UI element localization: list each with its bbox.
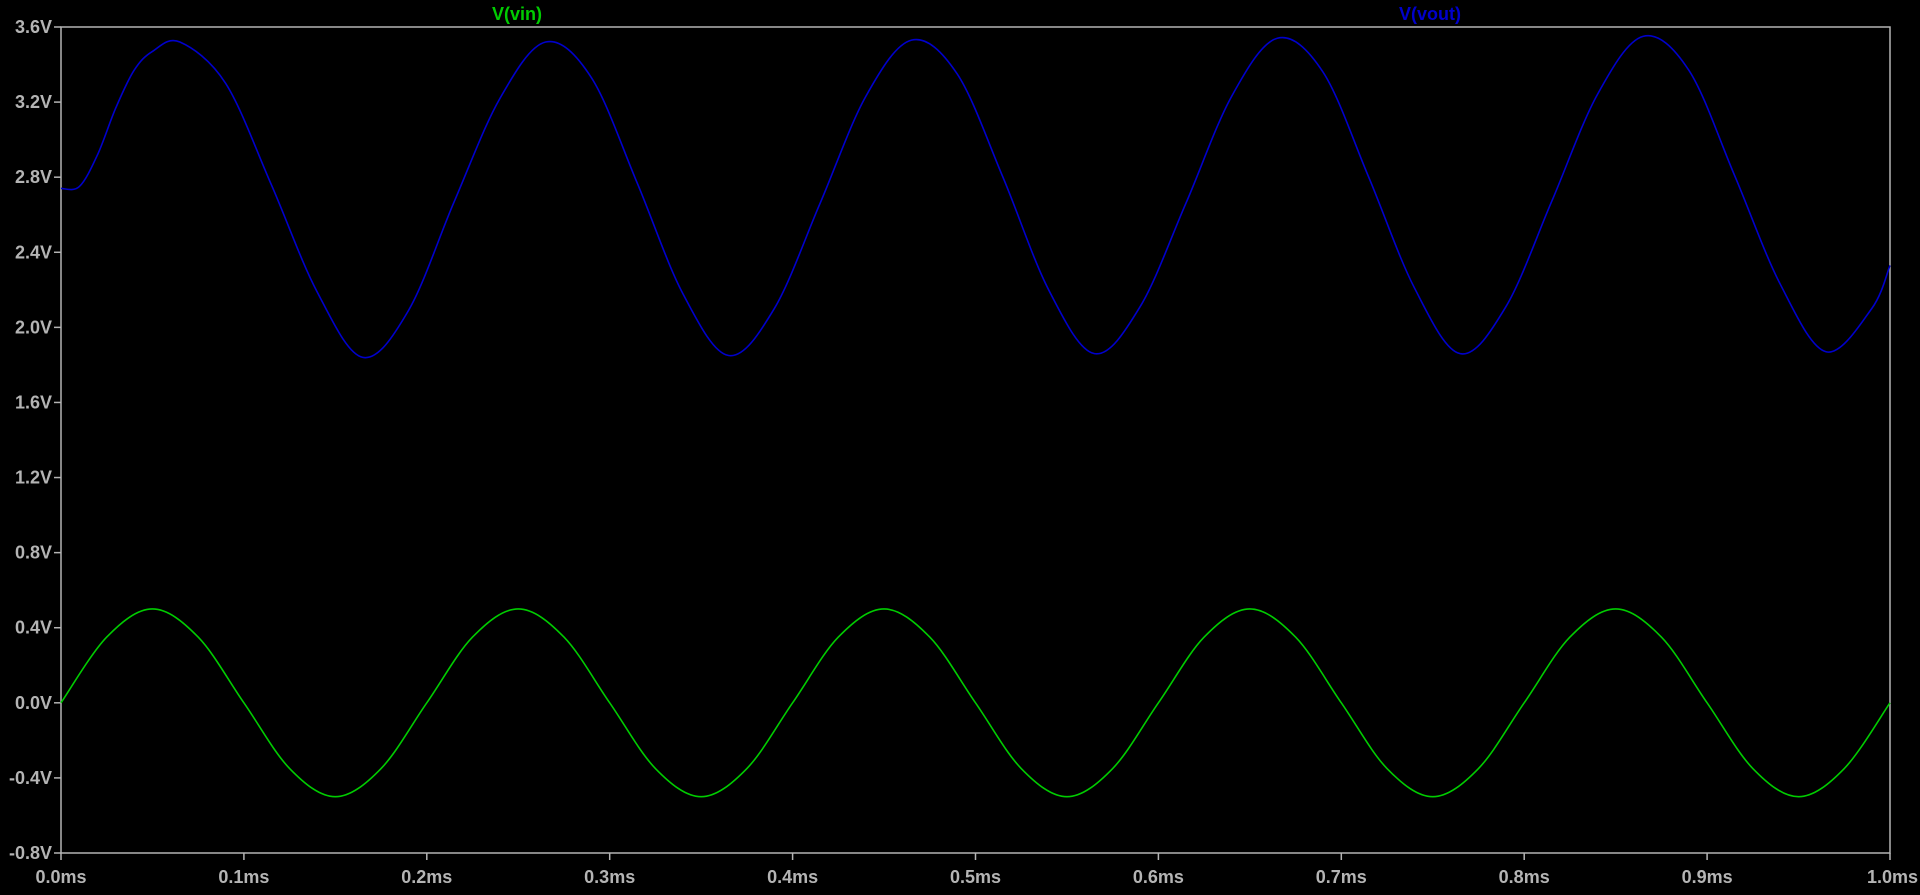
x-tick-label: 0.6ms bbox=[1133, 867, 1184, 887]
trace-vout[interactable] bbox=[60, 34, 1891, 359]
trace-vin[interactable] bbox=[60, 608, 1891, 798]
y-axis: 3.6V 3.2V 2.8V 2.4V 2.0V 1.6V 1.2V 0.8V 0.4V 0.0V… bbox=[9, 17, 61, 863]
x-tick-label: 0.7ms bbox=[1316, 867, 1367, 887]
y-tick-label: 2.0V bbox=[15, 317, 52, 337]
x-tick-label: 0.8ms bbox=[1499, 867, 1550, 887]
y-tick-label: 2.8V bbox=[15, 167, 52, 187]
y-tick-label: 1.2V bbox=[15, 468, 52, 488]
y-tick-label: 0.0V bbox=[15, 693, 52, 713]
y-tick-label: -0.8V bbox=[9, 843, 52, 863]
x-tick-label: 0.4ms bbox=[767, 867, 818, 887]
y-tick-label: 3.6V bbox=[15, 17, 52, 37]
waveform-plot[interactable]: 3.6V 3.2V 2.8V 2.4V 2.0V 1.6V 1.2V 0.8V 0.4V 0.0V… bbox=[0, 0, 1920, 890]
x-tick-label: 0.3ms bbox=[584, 867, 635, 887]
waveform-viewer: 3.6V 3.2V 2.8V 2.4V 2.0V 1.6V 1.2V 0.8V 0.4V 0.0V… bbox=[0, 0, 1920, 890]
trace-label-vout[interactable]: V(vout) bbox=[1399, 4, 1461, 24]
plot-frame bbox=[60, 26, 1891, 854]
y-tick-label: 1.6V bbox=[15, 392, 52, 412]
x-tick-label: 0.1ms bbox=[218, 867, 269, 887]
x-tick-label: 0.0ms bbox=[35, 867, 86, 887]
y-tick-label: -0.4V bbox=[9, 768, 52, 788]
y-tick-label: 3.2V bbox=[15, 92, 52, 112]
x-tick-label: 0.9ms bbox=[1682, 867, 1733, 887]
y-tick-label: 2.4V bbox=[15, 242, 52, 262]
trace-label-vin[interactable]: V(vin) bbox=[492, 4, 542, 24]
y-tick-label: 0.4V bbox=[15, 618, 52, 638]
traces bbox=[60, 34, 1891, 798]
x-tick-label: 1.0ms bbox=[1867, 867, 1918, 887]
x-tick-label: 0.2ms bbox=[401, 867, 452, 887]
y-tick-label: 0.8V bbox=[15, 543, 52, 563]
x-axis: 0.0ms 0.1ms 0.2ms 0.3ms 0.4ms 0.5ms 0.6ms 0.7ms… bbox=[35, 853, 1918, 887]
x-tick-label: 0.5ms bbox=[950, 867, 1001, 887]
